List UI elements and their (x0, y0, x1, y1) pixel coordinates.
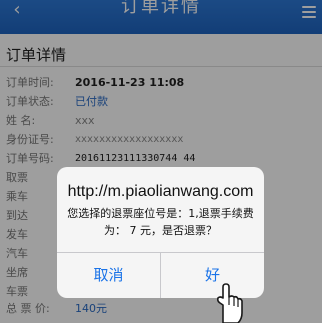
dialog-message: 您选择的退票座位号是：1,退票手续费 为： 7 元，是否退票？ (63, 205, 258, 239)
refund-confirm-dialog: http://m.piaolianwang.com 您选择的退票座位号是：1,退… (57, 167, 264, 298)
pointer-hand-icon (216, 283, 243, 323)
cancel-button[interactable]: 取消 (57, 253, 160, 298)
dialog-title: http://m.piaolianwang.com (67, 183, 254, 200)
dialog-message-line-2: 为： 7 元，是否退票？ (104, 224, 217, 237)
screen: ‹ 订单详情 订单详情 订单时间: 2016-11-23 11:08 订单状态:… (0, 0, 322, 323)
dialog-message-line-1: 您选择的退票座位号是：1,退票手续费 (67, 207, 254, 220)
